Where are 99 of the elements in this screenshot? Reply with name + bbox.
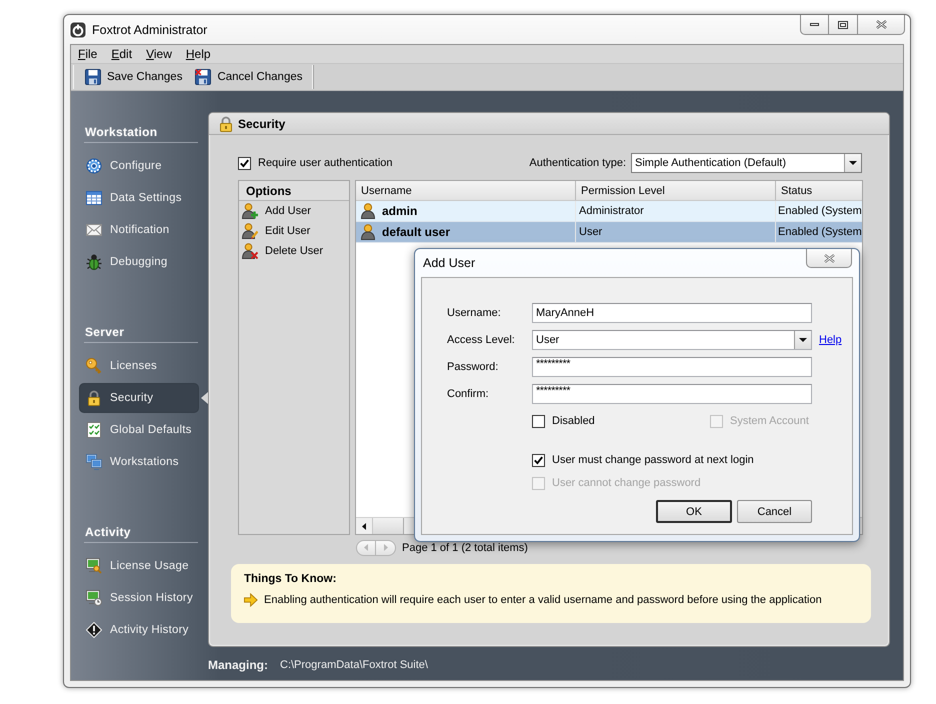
table-row[interactable]: default user User Enabled (System [356,222,862,243]
sidebar-item[interactable]: Notification [79,215,199,245]
field-label: Username: [447,307,502,319]
close-button[interactable] [806,249,852,268]
column-header[interactable]: Username [356,181,576,200]
username-text: admin [382,204,418,218]
sidebar-item[interactable]: Activity History [79,615,199,645]
checkbox[interactable] [532,454,545,466]
sidebar-item[interactable]: Session History [79,583,199,613]
section-header: Workstation [85,124,158,140]
info-text: Enabling authentication will require each user to enter a valid username and password before using the application [264,594,822,606]
user-icon [360,203,376,219]
maximize-button[interactable] [828,15,857,35]
gear-icon [86,158,102,174]
pager-text: Page 1 of 1 (2 total items) [402,542,528,554]
user-pencil-icon [242,223,258,239]
sidebar-item[interactable]: Workstations [79,447,199,477]
dialog-title: Add User [423,256,476,270]
caret-left-icon [364,544,368,551]
sidebar-item[interactable]: Security [79,383,199,413]
sidebar-item[interactable]: Data Settings [79,183,199,213]
user-plus-icon [242,203,258,219]
panel-title: Security [238,116,286,130]
password-field[interactable]: ********* [532,357,812,377]
envelope-icon [86,222,102,238]
close-button[interactable] [857,15,905,35]
sidebar-item[interactable]: License Usage [79,551,199,581]
permission-level-text: Administrator [579,205,644,217]
status-path: C:\ProgramData\Foxtrot Suite\ [280,658,428,670]
dropdown[interactable]: User [532,330,812,350]
sidebar-item[interactable]: Debugging [79,247,199,277]
sidebar-item[interactable]: Licenses [79,351,199,381]
floppy-disk-cross-icon [195,69,212,85]
sidebar-item[interactable]: Global Defaults [79,415,199,445]
checkbox-label: System Account [730,415,809,427]
section-header: Activity [85,524,132,540]
menu-item[interactable]: Help [178,46,218,62]
section-header: Server [85,324,126,340]
minimize-button[interactable] [800,15,828,35]
bug-icon [86,254,102,270]
field-label: Access Level: [447,334,516,346]
permission-level-text: User [579,226,602,238]
menu-item[interactable]: View [139,46,179,62]
save-changes-button[interactable]: Save Changes [80,65,188,89]
help-link[interactable]: Help [819,334,852,346]
column-header[interactable]: Status [776,181,862,200]
scroll-left-button[interactable] [356,518,373,534]
info-title: Things To Know: [244,572,338,587]
monitors-icon [86,454,102,470]
dialog-button[interactable]: Cancel [737,500,812,523]
minimize-icon [810,23,819,26]
padlock-icon [218,116,234,132]
column-header[interactable]: Permission Level [576,181,776,200]
caret-icon [849,161,857,165]
checkbox[interactable] [532,414,545,428]
status-text: Enabled (System [778,205,862,217]
status-label: Managing: [208,658,268,672]
status-text: Enabled (System [778,226,862,238]
table-row[interactable]: admin Administrator Enabled (System [356,201,862,222]
field-label: Password: [447,361,500,373]
monitor-key-icon [86,558,102,574]
close-icon [824,254,834,262]
warning-diamond-icon [86,622,102,638]
scrollbar-thumb[interactable] [373,518,404,534]
checkbox-label: User cannot change password [552,477,701,489]
app-logo-icon [70,22,86,38]
key-icon [86,358,102,374]
menu-item[interactable]: Edit [104,46,140,62]
username-text: default user [382,225,450,239]
checkbox-label: Disabled [552,415,595,427]
close-icon [876,20,886,29]
text-field[interactable]: MaryAnneH [532,303,812,323]
sidebar-item[interactable]: Configure [79,151,199,181]
maximize-icon [838,20,848,28]
menu-item[interactable]: File [71,46,104,62]
option-item[interactable]: Add User [239,201,349,221]
checklist-icon [86,422,102,438]
checkbox[interactable] [238,156,251,170]
caret-left-icon [362,522,366,530]
caret-icon [799,338,807,342]
checkbox-label: Require user authentication [258,157,393,169]
window-title: Foxtrot Administrator [92,22,208,36]
cancel-changes-button[interactable]: Cancel Changes [190,65,308,89]
monitor-clock-icon [86,590,102,606]
padlock-icon [86,390,102,406]
user-icon [360,224,376,240]
option-item[interactable]: Delete User [239,241,349,261]
arrow-right-icon [244,593,258,607]
options-header: Options [239,181,349,201]
option-item[interactable]: Edit User [239,221,349,241]
password-field[interactable]: ********* [532,384,812,404]
checkbox-label: User must change password at next login [552,454,754,466]
caret-right-icon [384,544,388,551]
user-cross-icon [242,243,258,259]
field-label: Confirm: [447,388,490,400]
authentication-type-dropdown[interactable]: Simple Authentication (Default) [631,153,862,173]
table-grid-icon [86,190,102,206]
field-label: Authentication type: [529,157,626,169]
default-button[interactable]: OK [656,500,732,523]
